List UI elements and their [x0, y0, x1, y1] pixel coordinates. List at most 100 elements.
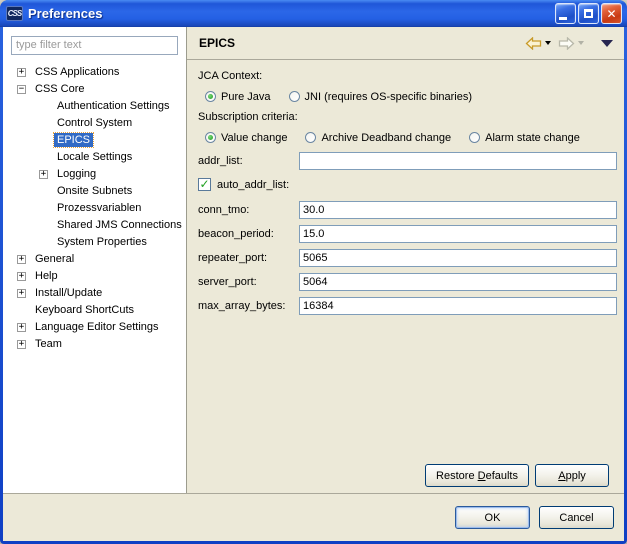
expand-icon[interactable]: +: [17, 272, 26, 281]
filter-input[interactable]: [11, 36, 178, 55]
maximize-button[interactable]: [578, 3, 599, 24]
restore-defaults-button[interactable]: Restore Defaults: [425, 464, 529, 487]
ok-button[interactable]: OK: [455, 506, 530, 529]
tree-item-control-system[interactable]: Control System: [11, 115, 178, 132]
back-button[interactable]: [525, 37, 542, 50]
max-array-bytes-label: max_array_bytes:: [198, 300, 299, 312]
dialog-body: +CSS Applications−CSS CoreAuthentication…: [3, 27, 624, 493]
max-array-bytes-input[interactable]: [299, 297, 617, 315]
expand-icon[interactable]: +: [17, 255, 26, 264]
tree-item-locale-settings[interactable]: Locale Settings: [11, 149, 178, 166]
tree-item-label: System Properties: [54, 235, 150, 249]
apply-button[interactable]: Apply: [535, 464, 609, 487]
radio-label: Archive Deadband change: [321, 132, 451, 144]
radio-option-jni-requires-os-specific-binaries-[interactable]: JNI (requires OS-specific binaries): [289, 91, 473, 103]
view-menu-icon[interactable]: [601, 40, 613, 47]
dialog-footer: OK Cancel: [3, 493, 624, 541]
forward-button[interactable]: [558, 37, 575, 50]
minimize-icon: [559, 17, 567, 20]
close-icon: ✕: [606, 8, 616, 20]
tree-item-logging[interactable]: + Logging: [11, 166, 178, 183]
titlebar[interactable]: CSS Preferences ✕: [0, 0, 627, 27]
tree-item-language-editor-settings[interactable]: +Language Editor Settings: [11, 319, 178, 336]
max-array-bytes-row: max_array_bytes:: [198, 297, 617, 315]
repeater-port-row: repeater_port:: [198, 249, 617, 267]
expander-spacer: [39, 221, 48, 230]
tree-item-label: Help: [32, 269, 61, 283]
close-button[interactable]: ✕: [601, 3, 622, 24]
collapse-icon[interactable]: −: [17, 85, 26, 94]
addr-list-input[interactable]: [299, 152, 617, 170]
radio-icon[interactable]: [205, 91, 216, 102]
expander-spacer: [39, 102, 48, 111]
minimize-button[interactable]: [555, 3, 576, 24]
restore-defaults-mnemonic: D: [478, 470, 486, 482]
preferences-dialog: CSS Preferences ✕ +CSS Applications−CSS …: [0, 0, 627, 544]
addr-list-label: addr_list:: [198, 155, 299, 167]
beacon-period-row: beacon_period:: [198, 225, 617, 243]
tree-item-label: Locale Settings: [54, 150, 135, 164]
tree-item-onsite-subnets[interactable]: Onsite Subnets: [11, 183, 178, 200]
expander-spacer: [39, 136, 48, 145]
back-dropdown-icon[interactable]: [545, 41, 551, 45]
tree-item-label: EPICS: [54, 133, 93, 147]
tree-item-install-update[interactable]: +Install/Update: [11, 285, 178, 302]
radio-option-pure-java[interactable]: Pure Java: [205, 91, 271, 103]
tree-item-css-core[interactable]: −CSS Core: [11, 81, 178, 98]
radio-option-value-change[interactable]: Value change: [205, 132, 287, 144]
epics-form: JCA Context:Pure JavaJNI (requires OS-sp…: [187, 60, 624, 493]
tree-item-team[interactable]: + Team: [11, 336, 178, 353]
tree-item-css-applications[interactable]: +CSS Applications: [11, 64, 178, 81]
server-port-label: server_port:: [198, 276, 299, 288]
expander-spacer: [39, 238, 48, 247]
tree-item-general[interactable]: + General: [11, 251, 178, 268]
server-port-input[interactable]: [299, 273, 617, 291]
auto-addr-list-checkbox[interactable]: ✓: [198, 178, 211, 191]
conn-tmo-input[interactable]: [299, 201, 617, 219]
radio-label: Pure Java: [221, 91, 271, 103]
expander-spacer: [39, 187, 48, 196]
radio-icon[interactable]: [305, 132, 316, 143]
tree-item-label: Logging: [54, 167, 99, 181]
back-arrow-icon: [525, 37, 542, 50]
expand-icon[interactable]: +: [17, 289, 26, 298]
forward-dropdown-icon[interactable]: [578, 41, 584, 45]
radio-label: Value change: [221, 132, 287, 144]
tree-item-label: Control System: [54, 116, 135, 130]
tree-item-label: Authentication Settings: [54, 99, 173, 113]
group-label: Subscription criteria:: [198, 111, 617, 125]
expander-spacer: [39, 153, 48, 162]
checkmark-icon: ✓: [199, 178, 209, 190]
radio-icon[interactable]: [205, 132, 216, 143]
expand-icon[interactable]: +: [17, 340, 26, 349]
expand-icon[interactable]: +: [17, 323, 26, 332]
tree-item-system-properties[interactable]: System Properties: [11, 234, 178, 251]
tree-item-authentication-settings[interactable]: Authentication Settings: [11, 98, 178, 115]
radio-option-archive-deadband-change[interactable]: Archive Deadband change: [305, 132, 451, 144]
tree-item-epics[interactable]: EPICS: [11, 132, 178, 149]
tree-item-label: Team: [32, 337, 65, 351]
window-title: Preferences: [28, 6, 102, 21]
tree-item-help[interactable]: + Help: [11, 268, 178, 285]
radio-row: Value change Archive Deadband change Alarm…: [198, 129, 617, 146]
tree-item-shared-jms-connections[interactable]: Shared JMS Connections: [11, 217, 178, 234]
expander-spacer: [39, 119, 48, 128]
tree-item-label: Prozessvariablen: [54, 201, 144, 215]
maximize-icon: [584, 9, 593, 18]
expander-spacer: [39, 204, 48, 213]
beacon-period-input[interactable]: [299, 225, 617, 243]
expand-icon[interactable]: +: [39, 170, 48, 179]
restore-defaults-label: Restore: [436, 470, 478, 482]
tree-item-prozessvariablen[interactable]: Prozessvariablen: [11, 200, 178, 217]
expand-icon[interactable]: +: [17, 68, 26, 77]
repeater-port-input[interactable]: [299, 249, 617, 267]
radio-icon[interactable]: [469, 132, 480, 143]
radio-option-alarm-state-change[interactable]: Alarm state change: [469, 132, 580, 144]
cancel-button[interactable]: Cancel: [539, 506, 614, 529]
auto-addr-list-label: auto_addr_list:: [217, 179, 289, 191]
expander-spacer: [17, 306, 26, 315]
tree-item-label: General: [32, 252, 77, 266]
radio-icon[interactable]: [289, 91, 300, 102]
conn-tmo-row: conn_tmo:: [198, 201, 617, 219]
tree-item-keyboard-shortcuts[interactable]: Keyboard ShortCuts: [11, 302, 178, 319]
